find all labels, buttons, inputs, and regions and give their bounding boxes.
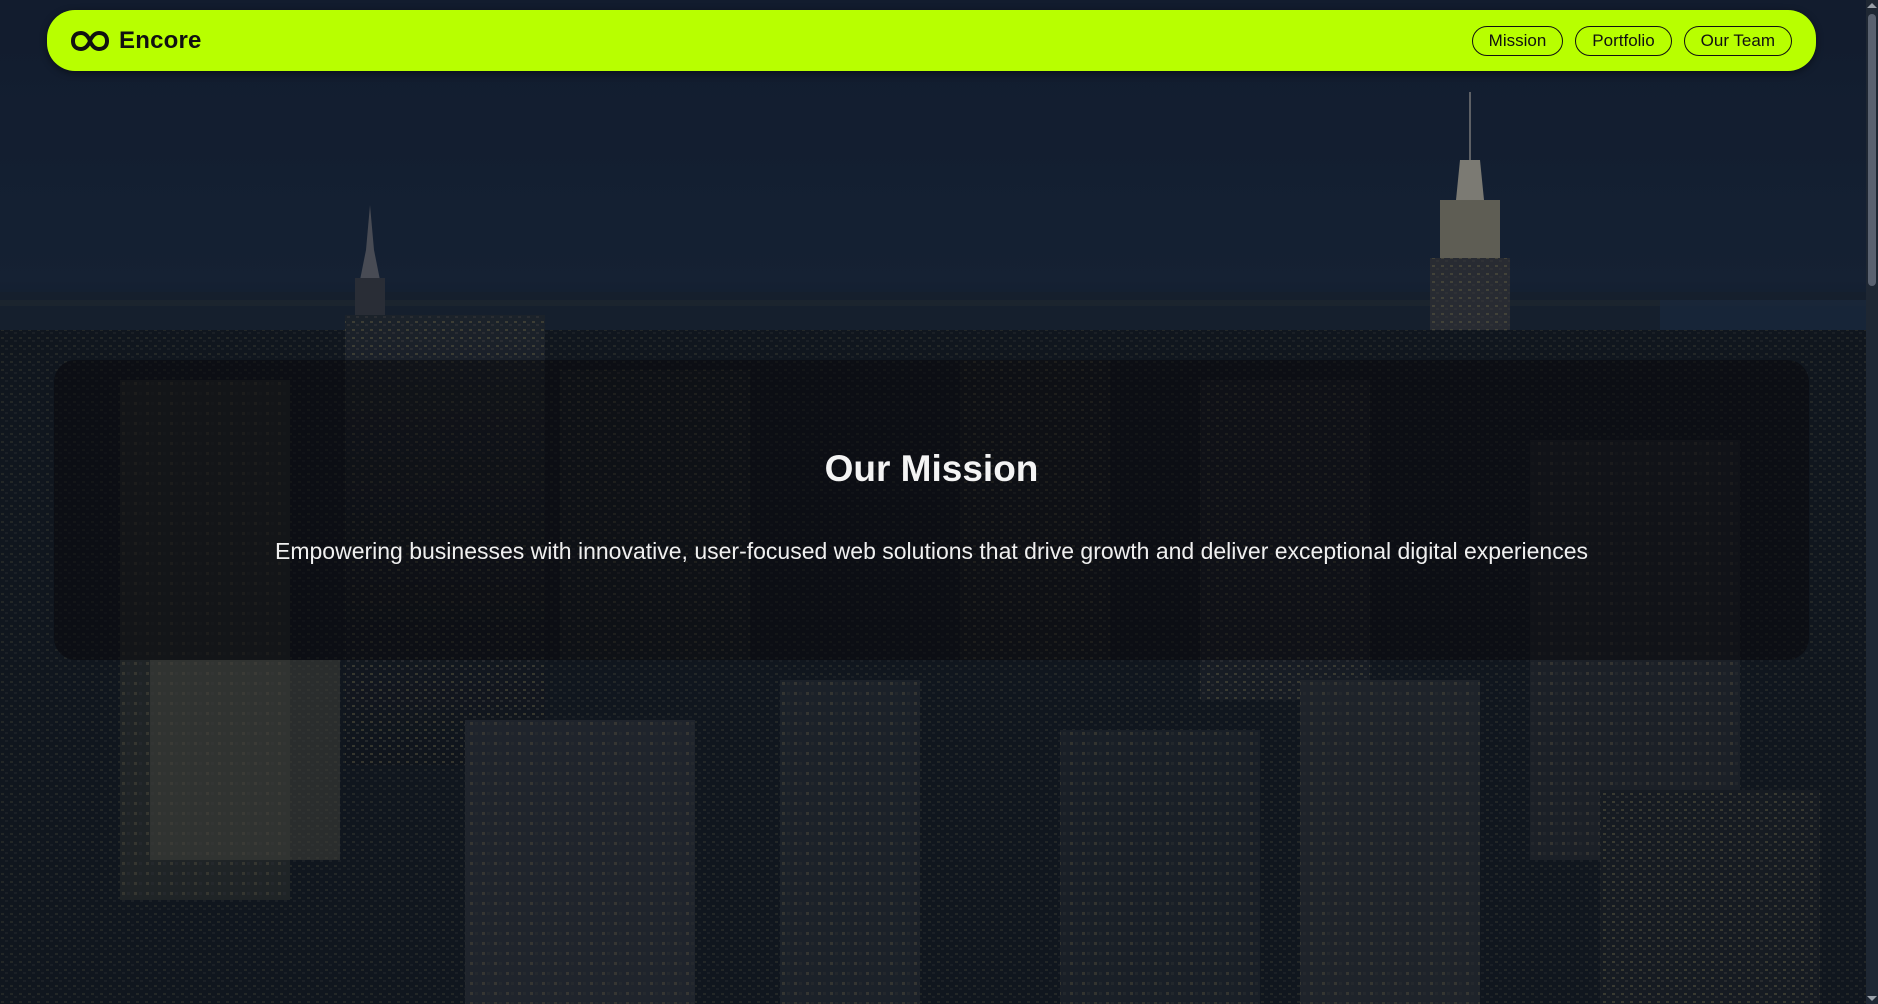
brand[interactable]: Encore — [71, 27, 202, 55]
nav-our-team-button[interactable]: Our Team — [1683, 25, 1792, 56]
scroll-down-arrow-icon[interactable] — [1867, 996, 1877, 1001]
scroll-thumb[interactable] — [1868, 14, 1876, 286]
scroll-up-arrow-icon[interactable] — [1867, 3, 1877, 8]
mission-text: Empowering businesses with innovative, u… — [275, 538, 1588, 564]
mission-card: Our Mission Empowering businesses with i… — [54, 360, 1809, 660]
nav-portfolio-button[interactable]: Portfolio — [1575, 25, 1672, 56]
mission-title: Our Mission — [824, 448, 1039, 489]
top-navbar: Encore Mission Portfolio Our Team — [47, 10, 1816, 71]
nav-mission-button[interactable]: Mission — [1471, 25, 1564, 56]
brand-name: Encore — [119, 26, 202, 54]
page-scrollbar[interactable] — [1866, 0, 1878, 1004]
infinity-icon — [71, 30, 109, 52]
page: Encore Mission Portfolio Our Team Our Mi… — [0, 0, 1878, 1004]
nav-links: Mission Portfolio Our Team — [1471, 25, 1792, 56]
